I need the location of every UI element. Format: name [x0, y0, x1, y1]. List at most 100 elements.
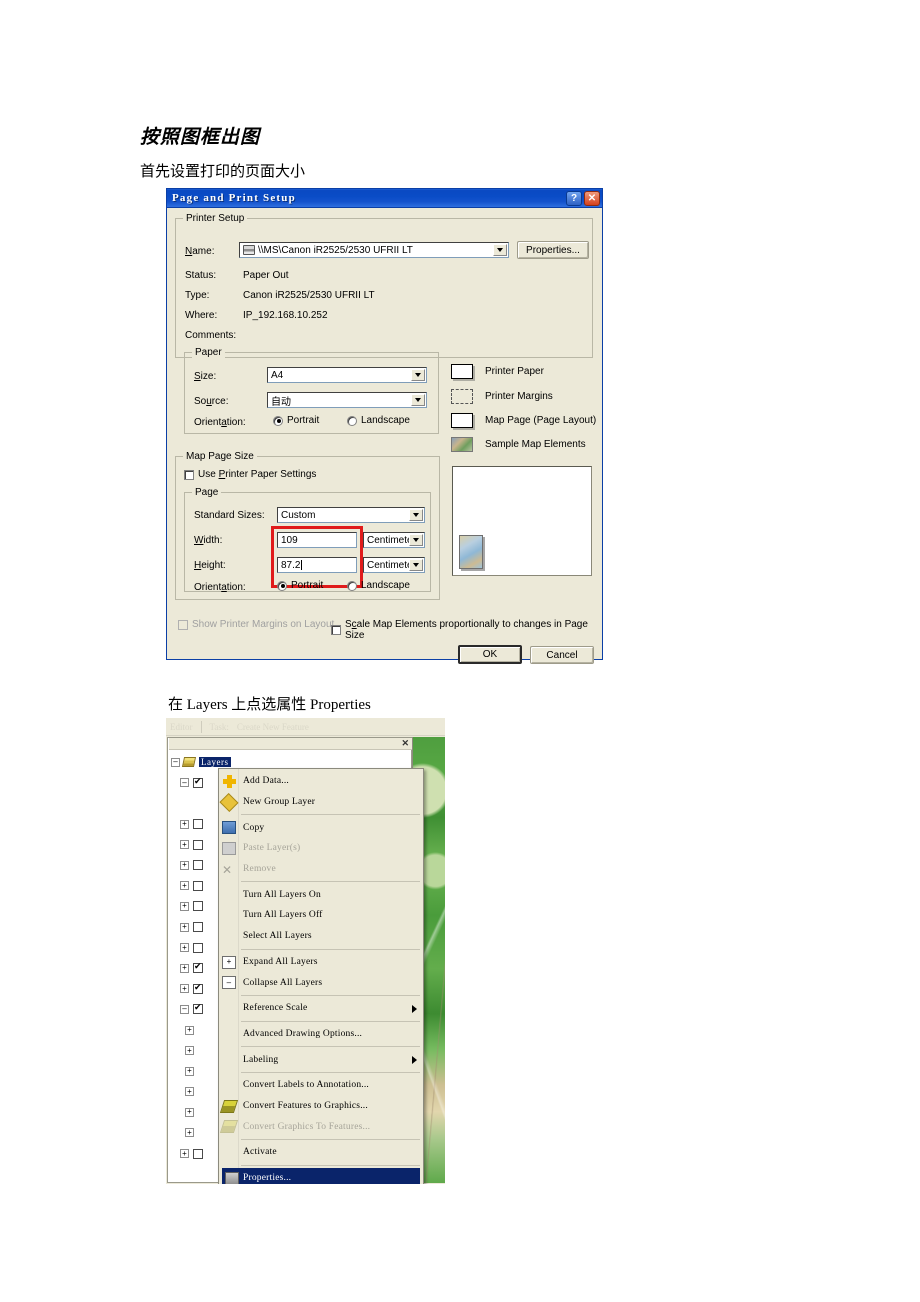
printer-where-value: IP_192.168.10.252	[243, 310, 328, 321]
width-input[interactable]: 109	[277, 532, 357, 548]
menu-item-properties[interactable]: Properties...	[222, 1167, 420, 1184]
menu-item-collapse-all-layers[interactable]: – Collapse All Layers	[219, 972, 423, 993]
menu-item-expand-all-layers[interactable]: + Expand All Layers	[219, 952, 423, 973]
printer-comments-label: Comments:	[185, 330, 237, 341]
menu-item-activate[interactable]: Activate	[219, 1142, 423, 1163]
menu-item-label: Select All Layers	[243, 931, 312, 942]
map-page-swatch-icon	[451, 413, 473, 428]
instruction-line-1: 首先设置打印的页面大小	[140, 164, 306, 180]
expand-icon[interactable]: +	[180, 819, 189, 829]
width-units-combo[interactable]: Centimeters	[363, 532, 425, 548]
layer-visibility-checkbox[interactable]	[193, 819, 203, 830]
printer-name-label: Name:	[185, 246, 215, 257]
chevron-down-icon[interactable]	[409, 509, 423, 521]
use-printer-paper-settings-checkbox[interactable]: Use Printer Paper Settings	[184, 469, 316, 480]
expand-icon[interactable]: +	[180, 963, 189, 973]
layer-visibility-checkbox[interactable]	[193, 1003, 203, 1015]
layers-context-menu[interactable]: Add Data... New Group Layer Copy Paste Laye…	[218, 768, 424, 1184]
toolbar-separator	[200, 720, 202, 733]
ok-button[interactable]: OK	[458, 645, 522, 664]
menu-item-label: Turn All Layers On	[243, 889, 321, 900]
menu-item-select-all-layers[interactable]: Select All Layers	[219, 926, 423, 947]
layer-visibility-checkbox[interactable]	[193, 962, 203, 974]
layer-visibility-checkbox[interactable]	[193, 860, 203, 871]
expand-icon[interactable]: +	[180, 901, 189, 911]
radio-dot-icon	[277, 580, 287, 591]
close-icon[interactable]: ✕	[401, 738, 409, 749]
collapse-icon[interactable]: –	[180, 1004, 189, 1014]
task-value[interactable]: Create New Feature	[237, 722, 309, 732]
collapse-icon[interactable]: –	[180, 778, 189, 788]
text-caret	[301, 560, 303, 570]
new-group-layer-icon	[219, 792, 239, 812]
layer-visibility-checkbox[interactable]	[193, 942, 203, 953]
layer-visibility-checkbox[interactable]	[193, 880, 203, 891]
close-icon[interactable]: ✕	[584, 190, 600, 206]
paper-source-combo[interactable]: 自动	[267, 392, 427, 408]
expand-icon[interactable]: +	[185, 1066, 194, 1076]
height-units-combo[interactable]: Centimeters	[363, 557, 425, 573]
layer-visibility-checkbox[interactable]	[193, 901, 203, 912]
expand-icon[interactable]: +	[185, 1046, 194, 1056]
chevron-down-icon[interactable]	[409, 534, 423, 546]
paper-orientation-landscape-radio[interactable]: Landscape	[347, 415, 410, 426]
scale-map-elements-checkbox[interactable]: Scale Map Elements proportionally to cha…	[331, 619, 602, 641]
cancel-button[interactable]: Cancel	[530, 646, 594, 664]
expand-icon[interactable]: +	[185, 1025, 194, 1035]
map-portrait-label: Portrait	[291, 580, 324, 591]
menu-item-add-data[interactable]: Add Data...	[219, 771, 423, 792]
toc-root-label[interactable]: Layers	[199, 757, 231, 768]
collapse-all-icon: –	[222, 976, 236, 990]
chevron-down-icon[interactable]	[493, 244, 507, 256]
menu-item-label: Add Data...	[243, 776, 289, 787]
expand-icon[interactable]: +	[180, 984, 189, 994]
standard-sizes-combo[interactable]: Custom	[277, 507, 425, 523]
menu-item-turn-all-layers-on[interactable]: Turn All Layers On	[219, 884, 423, 905]
layer-visibility-checkbox[interactable]	[193, 922, 203, 933]
layer-visibility-checkbox[interactable]	[193, 1148, 203, 1159]
menu-item-convert-features-to-graphics[interactable]: Convert Features to Graphics...	[219, 1096, 423, 1117]
paper-size-combo[interactable]: A4	[267, 367, 427, 383]
menu-separator	[241, 1020, 420, 1022]
legend-printer-margins-label: Printer Margins	[485, 391, 553, 402]
chevron-down-icon[interactable]	[409, 559, 423, 571]
expand-icon[interactable]: +	[180, 943, 189, 953]
layer-visibility-checkbox[interactable]	[193, 777, 203, 788]
menu-item-turn-all-layers-off[interactable]: Turn All Layers Off	[219, 905, 423, 926]
paper-orientation-portrait-radio[interactable]: Portrait	[273, 415, 319, 426]
menu-item-labeling[interactable]: Labeling	[219, 1049, 423, 1070]
expand-icon[interactable]: +	[180, 840, 189, 850]
chevron-down-icon[interactable]	[411, 394, 425, 406]
expand-icon[interactable]: +	[185, 1107, 194, 1117]
chevron-down-icon[interactable]	[411, 369, 425, 381]
checkbox-icon	[331, 625, 341, 635]
map-orientation-label: Orientation:	[194, 582, 246, 593]
menu-item-convert-labels-to-annotation[interactable]: Convert Labels to Annotation...	[219, 1075, 423, 1096]
height-input[interactable]: 87.2	[277, 557, 357, 573]
help-icon[interactable]: ?	[566, 190, 582, 206]
printer-status-value: Paper Out	[243, 270, 289, 281]
toc-header-bar[interactable]: ✕	[169, 738, 412, 750]
editor-menu-label[interactable]: Editor	[170, 722, 193, 732]
expand-icon[interactable]: +	[180, 1149, 189, 1159]
menu-item-advanced-drawing-options[interactable]: Advanced Drawing Options...	[219, 1024, 423, 1045]
layer-visibility-checkbox[interactable]	[193, 983, 203, 994]
expand-icon[interactable]: +	[185, 1087, 194, 1097]
map-orientation-landscape-radio[interactable]: Landscape	[347, 580, 410, 591]
map-orientation-portrait-radio[interactable]: Portrait	[277, 580, 323, 591]
editor-toolbar[interactable]: Editor Task: Create New Feature	[166, 718, 445, 736]
menu-item-reference-scale[interactable]: Reference Scale	[219, 998, 423, 1019]
printer-name-combo[interactable]: \\MS\Canon iR2525/2530 UFRII LT	[239, 242, 509, 258]
layer-visibility-checkbox[interactable]	[193, 839, 203, 850]
menu-item-new-group-layer[interactable]: New Group Layer	[219, 792, 423, 813]
dialog-titlebar[interactable]: Page and Print Setup ? ✕	[167, 189, 602, 208]
expand-icon[interactable]: +	[185, 1128, 194, 1138]
expand-icon[interactable]: +	[180, 860, 189, 870]
paper-size-value: A4	[271, 369, 284, 381]
printer-properties-button[interactable]: Properties...	[517, 241, 589, 259]
collapse-icon[interactable]: –	[171, 757, 180, 767]
printer-icon	[243, 245, 255, 255]
expand-icon[interactable]: +	[180, 881, 189, 891]
expand-icon[interactable]: +	[180, 922, 189, 932]
menu-item-copy[interactable]: Copy	[219, 817, 423, 838]
